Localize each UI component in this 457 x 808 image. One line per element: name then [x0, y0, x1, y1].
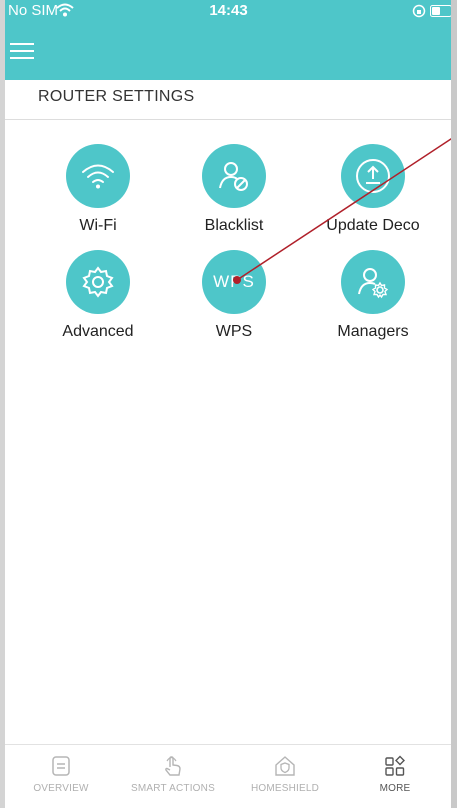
app-header: No SIM 14:43	[0, 0, 457, 80]
nav-more[interactable]: MORE	[339, 745, 451, 794]
nav-label: MORE	[379, 783, 411, 794]
user-gear-icon	[358, 268, 389, 299]
gear-icon	[82, 266, 114, 298]
tap-hand-icon	[165, 756, 181, 776]
document-icon	[52, 756, 70, 776]
advanced-tile-circle	[66, 250, 130, 314]
section-title: ROUTER SETTINGS	[38, 88, 195, 105]
nav-label: HOMESHIELD	[250, 783, 320, 794]
wps-tile-circle: WPS	[202, 250, 266, 314]
grid-more-icon	[385, 755, 405, 776]
tile-label: Managers	[337, 323, 409, 340]
blacklist-tile-circle	[202, 144, 266, 208]
house-shield-icon	[275, 756, 295, 776]
right-edge	[451, 0, 457, 808]
update-deco-tile[interactable]: Update Deco	[303, 144, 443, 235]
status-bar: No SIM 14:43	[0, 0, 457, 24]
tile-label: WPS	[215, 323, 253, 340]
rotation-lock-icon	[412, 4, 426, 18]
user-blocked-icon	[219, 162, 248, 191]
wps-tile[interactable]: WPS WPS	[164, 250, 304, 341]
tile-label: Update Deco	[326, 217, 420, 234]
tile-label: Blacklist	[204, 217, 264, 234]
managers-tile[interactable]: Managers	[303, 250, 443, 341]
annotation-arrow	[233, 134, 457, 284]
left-edge	[0, 0, 5, 808]
wifi-icon	[82, 164, 114, 189]
nav-label: SMART ACTIONS	[131, 783, 215, 794]
nav-overview[interactable]: OVERVIEW	[5, 745, 117, 794]
tile-label: Wi-Fi	[79, 217, 117, 234]
nav-label: OVERVIEW	[33, 783, 89, 794]
blacklist-tile[interactable]: Blacklist	[164, 144, 304, 235]
app-screen: No SIM 14:43 ROUTER SETTINGS Wi-Fi Black…	[0, 0, 457, 808]
wifi-tile[interactable]: Wi-Fi	[28, 144, 168, 235]
tile-label: Advanced	[62, 323, 134, 340]
section-divider	[5, 119, 451, 120]
bottom-nav: OVERVIEW SMART ACTIONS HOMESHIELD MORE	[5, 744, 451, 808]
wifi-tile-circle	[66, 144, 130, 208]
hamburger-menu-icon[interactable]	[10, 42, 34, 60]
status-time: 14:43	[209, 2, 248, 19]
update-deco-tile-circle	[341, 144, 405, 208]
wps-icon: WPS	[213, 272, 255, 291]
nav-homeshield[interactable]: HOMESHIELD	[229, 745, 341, 794]
advanced-tile[interactable]: Advanced	[28, 250, 168, 341]
upload-icon	[356, 159, 390, 193]
managers-tile-circle	[341, 250, 405, 314]
nav-smart-actions[interactable]: SMART ACTIONS	[117, 745, 229, 794]
